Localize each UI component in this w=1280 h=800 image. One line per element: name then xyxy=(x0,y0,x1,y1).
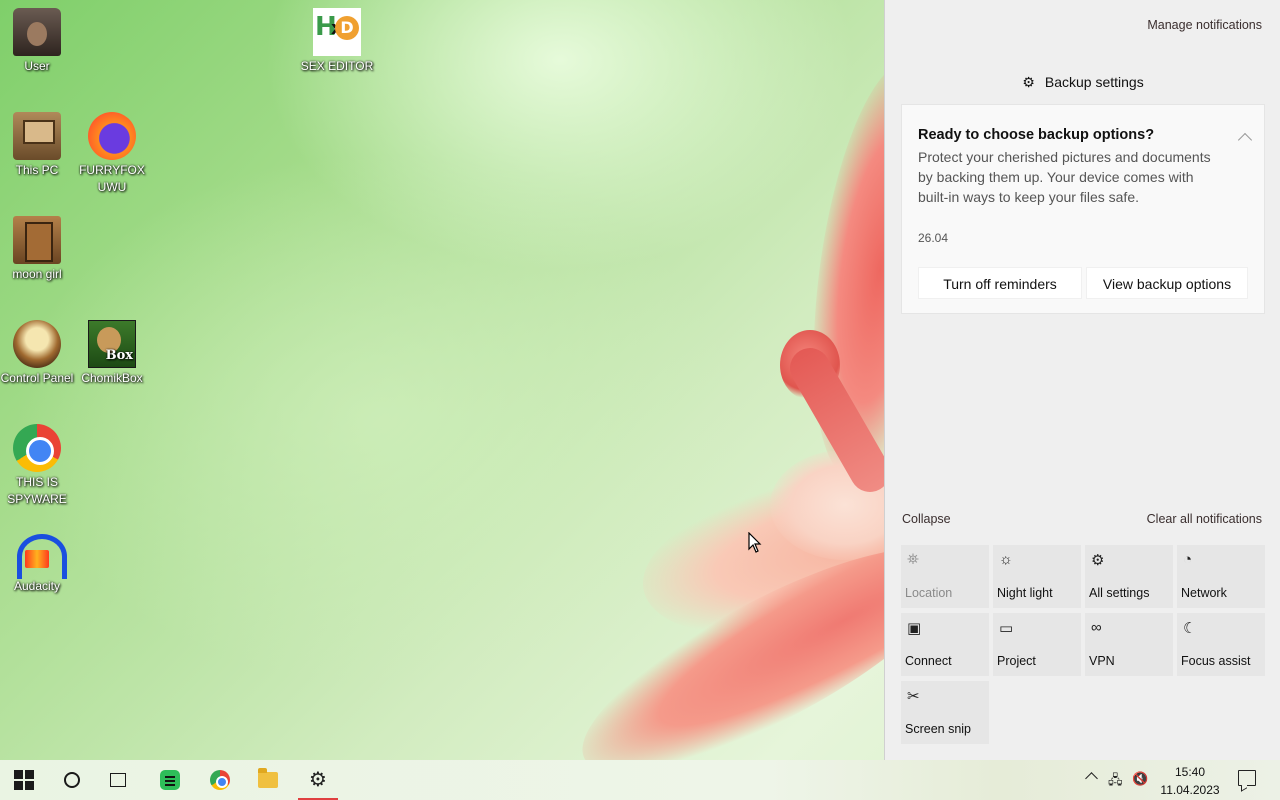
audacity-icon xyxy=(13,528,67,579)
quick-action-night-light[interactable]: ☼ Night light xyxy=(993,545,1081,608)
project-icon: ▭ xyxy=(999,620,1014,637)
quick-action-all-settings[interactable]: ⚙ All settings xyxy=(1085,545,1173,608)
quick-action-focus-assist[interactable]: ☾ Focus assist xyxy=(1177,613,1265,676)
quick-action-label: Network xyxy=(1181,586,1227,600)
desktop-icon-label: FURRYFOX UWU xyxy=(79,163,145,194)
spotify-icon xyxy=(160,770,180,790)
notification-app-header[interactable]: ⚙ Backup settings xyxy=(885,74,1280,91)
quick-action-label: VPN xyxy=(1089,654,1115,668)
search-button[interactable] xyxy=(48,760,96,800)
desktop-icon-label: Control Panel xyxy=(0,371,74,385)
screen-snip-icon: ✂ xyxy=(907,688,920,705)
quick-action-network[interactable]: ◔ Network xyxy=(1177,545,1265,608)
manage-notifications-link[interactable]: Manage notifications xyxy=(1147,18,1262,32)
view-backup-options-button[interactable]: View backup options xyxy=(1086,267,1248,299)
desktop-icon-user[interactable]: User xyxy=(0,8,74,75)
notification-date: 26.04 xyxy=(918,231,949,245)
user-folder-icon xyxy=(13,8,61,56)
spotify-button[interactable] xyxy=(146,760,194,800)
settings-gear-icon: ⚙ xyxy=(1091,552,1105,569)
clear-all-notifications-link[interactable]: Clear all notifications xyxy=(1147,512,1262,526)
quick-action-location[interactable]: ⛯ Location xyxy=(901,545,989,608)
quick-action-label: All settings xyxy=(1089,586,1150,600)
chomikbox-icon: Box xyxy=(88,320,136,368)
location-icon: ⛯ xyxy=(907,551,920,568)
notification-app-name: Backup settings xyxy=(1044,74,1144,90)
desktop-icon-audacity[interactable]: Audacity xyxy=(0,528,74,595)
settings-button[interactable]: ⚙ xyxy=(298,760,346,800)
desktop-icon-this-is-spyware[interactable]: THIS IS SPYWARE xyxy=(0,424,74,508)
desktop-icon-label: SEX EDITOR xyxy=(300,59,374,73)
desktop-icon-chomikbox[interactable]: Box ChomikBox xyxy=(75,320,149,387)
volume-muted-icon[interactable]: 🔇 xyxy=(1132,771,1148,787)
notification-card[interactable]: Ready to choose backup options? Protect … xyxy=(901,104,1265,314)
quick-action-label: Screen snip xyxy=(905,722,972,736)
focus-assist-moon-icon: ☾ xyxy=(1183,620,1197,637)
desktop-icon-furryfox[interactable]: FURRYFOX UWU xyxy=(75,112,149,196)
quick-action-project[interactable]: ▭ Project xyxy=(993,613,1081,676)
quick-action-label: Location xyxy=(905,586,953,600)
notification-title: Ready to choose backup options? xyxy=(918,127,1155,143)
clock-date: 11.04.2023 xyxy=(1160,783,1220,797)
firefox-icon xyxy=(88,112,136,160)
start-button[interactable] xyxy=(0,760,48,800)
control-panel-icon xyxy=(13,320,61,368)
action-center-panel: Manage notifications ⚙ Backup settings Re… xyxy=(884,0,1280,760)
desktop-icon-moon-girl[interactable]: moon girl xyxy=(0,216,74,283)
desktop-icon-label: Audacity xyxy=(13,579,61,593)
taskbar-clock[interactable]: 15:40 11.04.2023 xyxy=(1156,763,1224,799)
settings-gear-icon: ⚙ xyxy=(1022,74,1035,90)
desktop-icon-control-panel[interactable]: Control Panel xyxy=(0,320,74,387)
desktop-icon-label: ChomikBox xyxy=(81,371,143,385)
clock-time: 15:40 xyxy=(1174,765,1206,779)
vpn-icon: ∞ xyxy=(1091,619,1102,636)
this-pc-icon xyxy=(13,112,61,160)
hex-editor-icon: H x D xyxy=(313,8,361,56)
moon-girl-icon xyxy=(13,216,61,264)
connect-icon: ▣ xyxy=(907,620,922,637)
chrome-icon xyxy=(13,424,61,472)
windows-logo-icon xyxy=(14,770,34,790)
quick-action-connect[interactable]: ▣ Connect xyxy=(901,613,989,676)
action-center-notifications-icon[interactable] xyxy=(1238,770,1256,786)
quick-action-vpn[interactable]: ∞ VPN xyxy=(1085,613,1173,676)
collapse-link[interactable]: Collapse xyxy=(902,512,951,526)
quick-action-label: Connect xyxy=(905,654,952,668)
desktop-icon-this-pc[interactable]: This PC xyxy=(0,112,74,179)
task-view-button[interactable] xyxy=(96,760,144,800)
quick-action-screen-snip[interactable]: ✂ Screen snip xyxy=(901,681,989,744)
cortana-circle-icon xyxy=(64,772,80,788)
quick-action-label: Night light xyxy=(997,586,1053,600)
desktop-icon-label: moon girl xyxy=(12,267,62,281)
desktop-icon-label: This PC xyxy=(15,163,59,177)
network-tray-icon[interactable]: 🖧 xyxy=(1108,771,1123,793)
night-light-icon: ☼ xyxy=(999,551,1013,568)
quick-action-label: Project xyxy=(997,654,1036,668)
notification-body: Protect your cherished pictures and docu… xyxy=(918,149,1211,205)
chrome-button[interactable] xyxy=(196,760,244,800)
chevron-up-icon[interactable] xyxy=(1237,132,1253,148)
quick-action-label: Focus assist xyxy=(1181,654,1251,668)
desktop-icon-label: THIS IS SPYWARE xyxy=(7,475,67,506)
task-view-icon xyxy=(110,773,126,787)
folder-icon xyxy=(258,768,278,788)
chrome-icon xyxy=(210,770,230,790)
desktop-icon-label: User xyxy=(24,59,50,73)
gear-icon: ⚙ xyxy=(309,769,327,791)
desktop-icon-sex-editor[interactable]: H x D SEX EDITOR xyxy=(300,8,374,75)
file-explorer-button[interactable] xyxy=(244,760,292,800)
network-icon: ◔ xyxy=(1183,551,1193,568)
turn-off-reminders-button[interactable]: Turn off reminders xyxy=(918,267,1082,299)
